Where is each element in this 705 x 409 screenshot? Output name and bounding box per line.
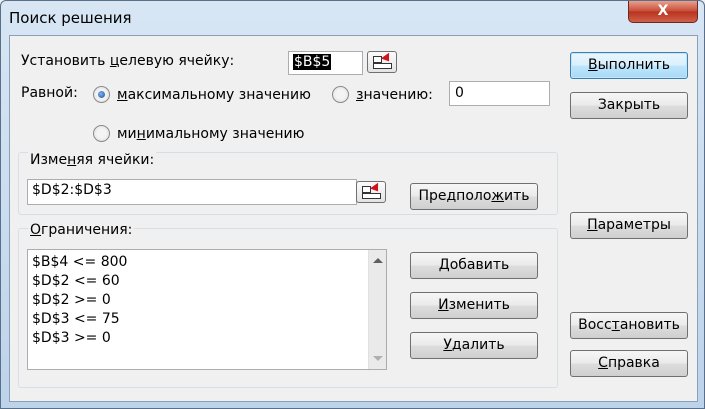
reset-all-button[interactable]: Восстановить bbox=[570, 312, 688, 339]
changing-cells-label: Изменяя ячейки: bbox=[28, 152, 157, 168]
solve-button[interactable]: Выполнить bbox=[570, 52, 688, 79]
target-cell-value: $B$5 bbox=[293, 54, 332, 70]
change-constraint-button[interactable]: Изменить bbox=[410, 292, 538, 319]
equal-to-label: Равной: bbox=[21, 85, 78, 101]
min-value-radio[interactable] bbox=[93, 125, 110, 142]
target-cell-input[interactable]: $B$5 bbox=[288, 51, 363, 75]
help-button[interactable]: Справка bbox=[570, 350, 688, 377]
max-value-radio[interactable] bbox=[93, 86, 110, 103]
constraints-label: Ограничения: bbox=[28, 222, 135, 238]
constraints-scrollbar[interactable] bbox=[368, 250, 386, 369]
target-cell-label: Установить целевую ячейку: bbox=[21, 53, 235, 69]
value-of-input[interactable]: 0 bbox=[449, 81, 550, 106]
changing-cells-input[interactable]: $D$2:$D$3 bbox=[27, 179, 357, 205]
constraint-item[interactable]: $D$2 >= 0 bbox=[32, 291, 127, 310]
constraint-item[interactable]: $D$3 >= 0 bbox=[32, 329, 127, 348]
constraint-item[interactable]: $B$4 <= 800 bbox=[32, 253, 127, 272]
value-of-label[interactable]: значению: bbox=[356, 87, 433, 103]
scroll-up-icon[interactable] bbox=[373, 258, 383, 263]
constraint-item[interactable]: $D$2 <= 60 bbox=[32, 272, 127, 291]
max-value-label[interactable]: максимальному значению bbox=[117, 87, 311, 103]
options-button[interactable]: Параметры bbox=[570, 212, 688, 239]
window-title: Поиск решения bbox=[9, 9, 132, 27]
add-constraint-button[interactable]: Добавить bbox=[410, 252, 538, 279]
close-icon[interactable]: X bbox=[628, 1, 698, 23]
changing-cells-collapse-button[interactable] bbox=[356, 181, 386, 203]
value-of-radio[interactable] bbox=[332, 86, 349, 103]
constraints-list[interactable]: $B$4 <= 800 $D$2 <= 60 $D$2 >= 0 $D$3 <= 75… bbox=[27, 249, 387, 370]
constraint-item[interactable]: $D$3 <= 75 bbox=[32, 310, 127, 329]
solver-dialog: Поиск решения X Установить целевую ячейк… bbox=[0, 0, 705, 409]
title-bar[interactable]: Поиск решения X bbox=[1, 1, 704, 35]
delete-constraint-button[interactable]: Удалить bbox=[410, 332, 538, 359]
constraints-items: $B$4 <= 800 $D$2 <= 60 $D$2 >= 0 $D$3 <= 75… bbox=[32, 253, 127, 348]
target-cell-collapse-button[interactable] bbox=[367, 51, 397, 73]
close-button[interactable]: Закрыть bbox=[570, 92, 688, 119]
guess-button[interactable]: Предположить bbox=[410, 183, 538, 210]
min-value-label[interactable]: минимальному значению bbox=[117, 126, 304, 142]
scroll-down-icon[interactable] bbox=[373, 356, 383, 361]
dialog-client-area: Установить целевую ячейку: $B$5 Равной: … bbox=[9, 35, 698, 402]
